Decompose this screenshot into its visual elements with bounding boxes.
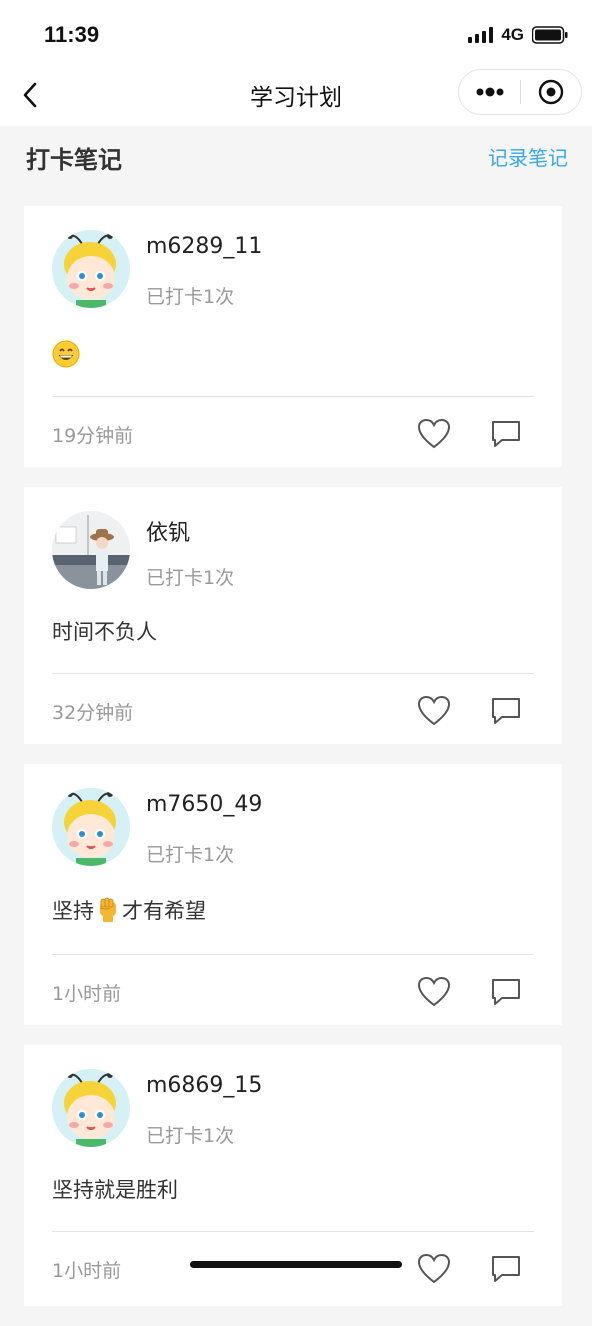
avatar[interactable]: [52, 1069, 130, 1147]
like-button[interactable]: [416, 417, 452, 451]
section-title: 打卡笔记: [26, 146, 122, 174]
note-text: 时间不负人: [52, 620, 157, 644]
heart-icon: [417, 976, 451, 1007]
bee-avatar-icon: [52, 230, 130, 308]
status-indicators: 4G: [468, 24, 568, 46]
checkin-count: 已打卡1次: [146, 286, 235, 308]
comment-icon: [492, 698, 520, 724]
checkin-count: 已打卡1次: [146, 1125, 235, 1147]
post-time: 32分钟前: [52, 702, 134, 724]
avatar[interactable]: [52, 230, 130, 308]
heart-icon: [417, 1253, 451, 1284]
post-time: 1小时前: [52, 983, 122, 1005]
comment-button[interactable]: [488, 975, 524, 1009]
note-text-after: 才有希望: [122, 899, 206, 923]
like-button[interactable]: [416, 1252, 452, 1286]
like-button[interactable]: [416, 694, 452, 728]
like-button[interactable]: [416, 975, 452, 1009]
comment-icon: [492, 1256, 520, 1282]
card-footer: 32分钟前: [52, 673, 534, 749]
bee-avatar-icon: [52, 1069, 130, 1147]
home-indicator[interactable]: [190, 1261, 402, 1268]
note-content: 坚持就是胜利: [52, 1155, 534, 1231]
status-time: 11:39: [44, 22, 100, 47]
nav-bar: 学习计划: [0, 64, 592, 126]
checkin-count: 已打卡1次: [146, 567, 235, 589]
username[interactable]: m6869_15: [146, 1073, 262, 1098]
close-button[interactable]: [521, 70, 581, 114]
note-content: 坚持 才有希望: [52, 874, 534, 954]
signal-icon: [468, 27, 494, 43]
note-text: 坚持就是胜利: [52, 1178, 178, 1202]
note-content: [52, 316, 534, 396]
username[interactable]: m6289_11: [146, 234, 262, 259]
record-note-link[interactable]: 记录笔记: [488, 142, 568, 171]
note-card: 依钒 已打卡1次 时间不负人 32分钟前: [24, 487, 562, 744]
card-footer: 19分钟前: [52, 396, 534, 472]
note-text-before: 坚持: [52, 899, 94, 923]
post-time: 1小时前: [52, 1260, 122, 1282]
heart-icon: [417, 695, 451, 726]
note-card: m7650_49 已打卡1次 坚持 才有希望 1小时前: [24, 764, 562, 1025]
comment-icon: [492, 421, 520, 447]
comment-button[interactable]: [488, 694, 524, 728]
target-close-icon: [538, 79, 564, 105]
more-dots-icon: [476, 87, 503, 97]
heart-icon: [417, 418, 451, 449]
card-footer: 1小时前: [52, 1231, 534, 1307]
avatar[interactable]: [52, 788, 130, 866]
card-footer: 1小时前: [52, 954, 534, 1030]
comment-icon: [492, 979, 520, 1005]
photo-avatar-icon: [52, 511, 130, 589]
network-label: 4G: [501, 25, 524, 44]
note-card: m6289_11 已打卡1次 19分钟前: [24, 206, 562, 467]
checkin-count: 已打卡1次: [146, 844, 235, 866]
post-time: 19分钟前: [52, 425, 134, 447]
section-header: 打卡笔记 记录笔记: [0, 126, 592, 196]
comment-button[interactable]: [488, 417, 524, 451]
battery-icon: [532, 26, 568, 44]
note-content: 时间不负人: [52, 597, 534, 673]
raised-fist-emoji-icon: [99, 897, 116, 922]
note-feed: m6289_11 已打卡1次 19分钟前 依钒 已打卡1次 时间不负人 32分钟…: [24, 206, 562, 1326]
miniprogram-capsule: [458, 69, 582, 115]
username[interactable]: m7650_49: [146, 792, 262, 817]
comment-button[interactable]: [488, 1252, 524, 1286]
grinning-face-emoji-icon: [52, 340, 80, 368]
avatar[interactable]: [52, 511, 130, 589]
username[interactable]: 依钒: [146, 515, 190, 547]
bee-avatar-icon: [52, 788, 130, 866]
more-button[interactable]: [459, 70, 520, 114]
status-bar: 11:39 4G: [0, 0, 592, 64]
